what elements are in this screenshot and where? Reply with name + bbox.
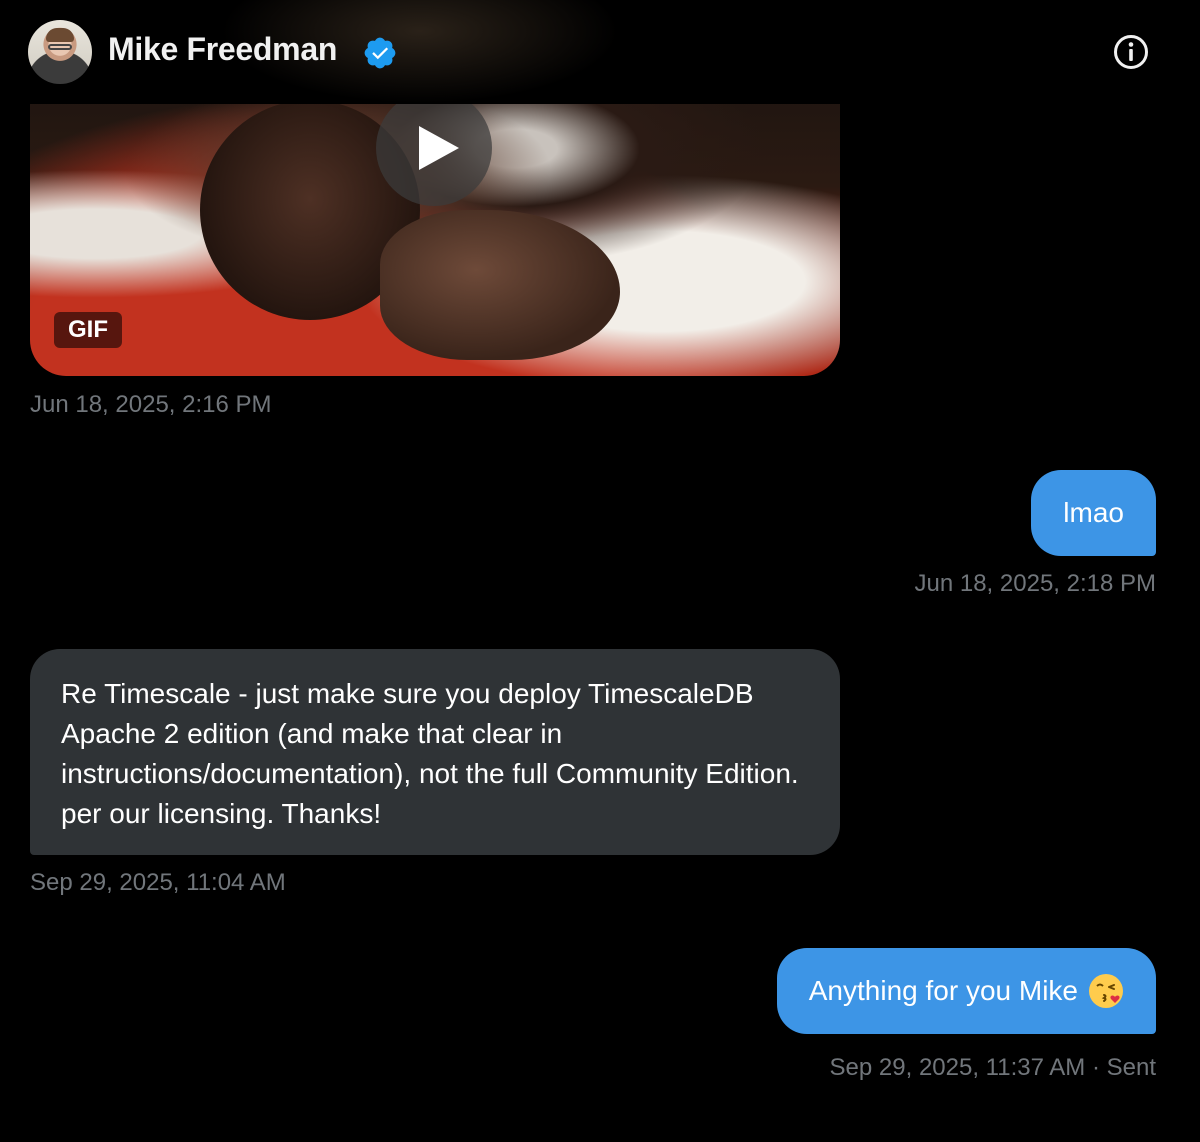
received-message-bubble[interactable]: Re Timescale - just make sure you deploy… <box>30 649 840 855</box>
contact-name[interactable]: Mike Freedman <box>108 31 337 68</box>
sent-message-bubble[interactable]: Anything for you Mike <box>776 948 1156 1034</box>
avatar-hair <box>46 28 74 42</box>
dm-conversation: Mike Freedman GIF Jun 18, 2025, 2:16 PM … <box>0 0 1200 1142</box>
message-text: Anything for you Mike <box>808 975 1078 1006</box>
message-timestamp: Jun 18, 2025, 2:16 PM <box>30 391 272 418</box>
message-text: lmao <box>1063 497 1124 528</box>
gif-badge: GIF <box>54 312 122 348</box>
sent-message-bubble[interactable]: lmao <box>1031 470 1156 556</box>
message-timestamp: Sep 29, 2025, 11:37 AM · Sent <box>829 1054 1156 1081</box>
avatar-glasses <box>48 44 72 50</box>
gif-message[interactable]: GIF <box>30 60 840 376</box>
message-text: Re Timescale - just make sure you deploy… <box>61 678 799 829</box>
info-icon[interactable] <box>1112 33 1150 71</box>
verified-badge-icon <box>364 37 396 69</box>
message-timestamp: Jun 18, 2025, 2:18 PM <box>914 570 1157 597</box>
avatar[interactable] <box>28 20 92 84</box>
play-button[interactable] <box>376 90 492 206</box>
play-icon <box>419 126 459 170</box>
kissing-face-icon <box>1089 974 1123 1008</box>
message-timestamp: Sep 29, 2025, 11:04 AM <box>30 869 286 896</box>
gif-frame-hand <box>380 210 620 360</box>
conversation-header: Mike Freedman <box>0 0 1180 104</box>
